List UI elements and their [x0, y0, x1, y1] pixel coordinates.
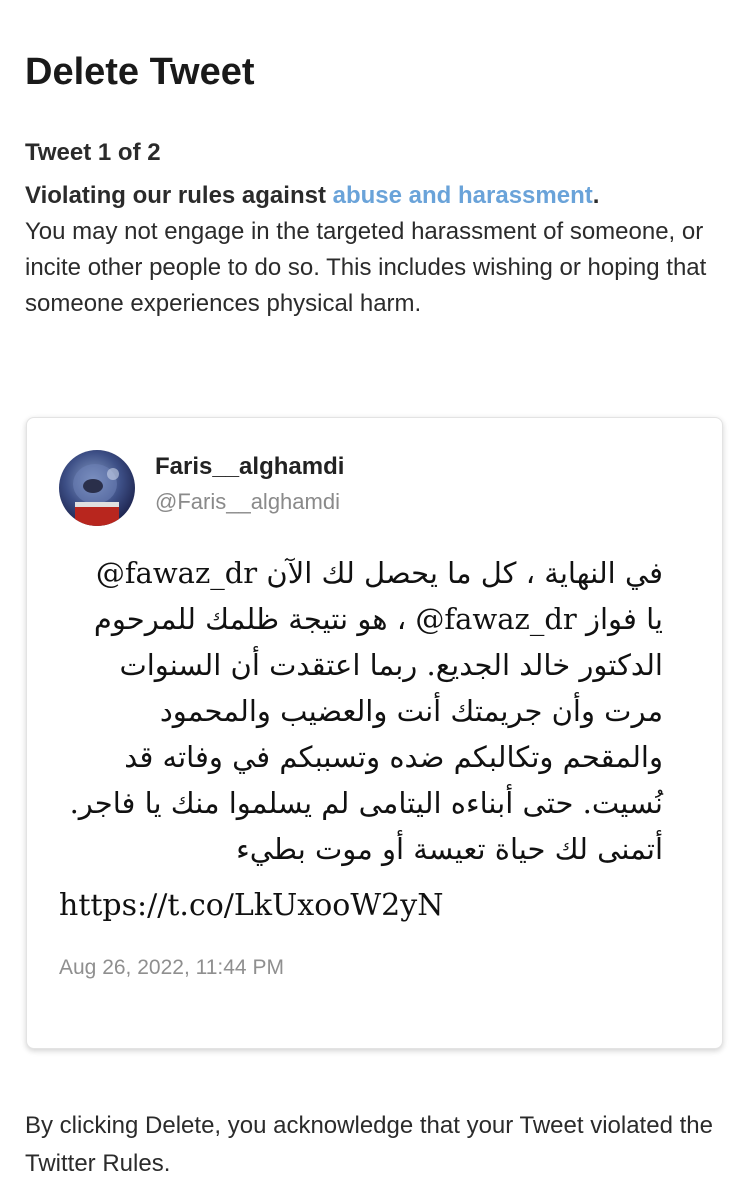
tweet-text: @fawaz_dr في النهاية ، كل ما يحصل لك الآ…: [69, 556, 663, 866]
violation-heading-prefix: Violating our rules against: [25, 182, 333, 209]
violation-heading-suffix: .: [592, 182, 600, 209]
tweet-card: Faris__alghamdi @Faris__alghamdi @fawaz_…: [26, 417, 723, 1049]
tweet-timestamp: Aug 26, 2022, 11:44 PM: [59, 956, 284, 979]
tweet-link[interactable]: https://t.co/LkUxooW2yN: [59, 884, 443, 928]
violation-description: You may not engage in the targeted haras…: [25, 218, 707, 317]
violation-notice: Violating our rules against abuse and ha…: [25, 178, 725, 322]
violation-heading: Violating our rules against abuse and ha…: [25, 182, 599, 209]
rule-link[interactable]: abuse and harassment: [333, 182, 593, 209]
page-title: Delete Tweet: [25, 51, 255, 93]
profile-photo-icon: [73, 464, 119, 526]
tweet-counter: Tweet 1 of 2: [25, 139, 161, 166]
avatar: [59, 450, 135, 526]
tweet-author-handle: @Faris__alghamdi: [155, 489, 340, 514]
tweet-author-name: Faris__alghamdi: [155, 453, 345, 480]
acknowledgement-text: By clicking Delete, you acknowledge that…: [25, 1112, 713, 1177]
